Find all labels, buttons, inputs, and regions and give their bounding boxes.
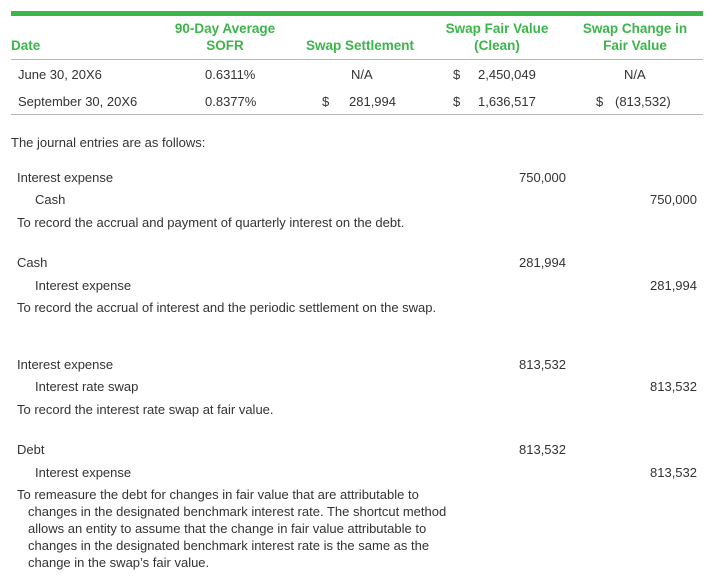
- credit-amount: 750,000: [650, 192, 697, 207]
- cell-settlement: N/A: [351, 67, 373, 82]
- cell-sofr: 0.6311%: [205, 67, 256, 82]
- cell-fair-value: 2,450,049: [478, 67, 536, 82]
- cell-settlement: 281,994: [349, 94, 396, 109]
- header-change-line2: Fair Value: [603, 38, 667, 53]
- cell-fair-value: 1,636,517: [478, 94, 536, 109]
- cell-change-dollar: $: [596, 94, 604, 109]
- intro-text: The journal entries are as follows:: [11, 135, 206, 150]
- debit-amount: 813,532: [519, 442, 566, 457]
- entry-description: To record the accrual of interest and th…: [17, 300, 437, 315]
- debit-account: Cash: [17, 255, 48, 270]
- debit-account: Interest expense: [17, 170, 114, 185]
- debit-account: Debt: [17, 442, 45, 457]
- cell-change: (813,532): [615, 94, 671, 109]
- credit-account: Interest expense: [35, 278, 132, 293]
- cell-settlement-dollar: $: [322, 94, 330, 109]
- credit-account: Interest expense: [35, 465, 132, 480]
- header-fair-value-line2: (Clean): [474, 38, 520, 53]
- cell-sofr: 0.8377%: [205, 94, 257, 109]
- credit-account: Interest rate swap: [35, 379, 139, 394]
- debit-account: Interest expense: [17, 357, 114, 372]
- cell-change: N/A: [624, 67, 646, 82]
- cell-fair-value-dollar: $: [453, 67, 461, 82]
- debit-amount: 750,000: [519, 170, 566, 185]
- header-date: Date: [11, 38, 41, 53]
- header-sofr: 90-Day Average SOFR: [160, 20, 290, 54]
- header-settlement: Swap Settlement: [305, 38, 415, 53]
- debit-amount: 813,532: [519, 357, 566, 372]
- header-change-line1: Swap Change in: [582, 21, 688, 36]
- header-fair-value: Swap Fair Value (Clean): [432, 20, 562, 54]
- entry-description: To remeasure the debt for changes in fai…: [17, 487, 447, 570]
- header-sofr-line1: 90-Day Average: [174, 21, 276, 36]
- header-sofr-line2: SOFR: [206, 38, 244, 53]
- credit-amount: 813,532: [650, 379, 697, 394]
- table-bottom-rule: [11, 114, 703, 115]
- credit-amount: 281,994: [650, 278, 697, 293]
- header-rule: [11, 59, 703, 60]
- entry-description: To record the accrual and payment of qua…: [17, 215, 405, 230]
- credit-account: Cash: [35, 192, 66, 207]
- cell-fair-value-dollar: $: [453, 94, 461, 109]
- table-top-rule: [11, 11, 703, 16]
- entry-description: To record the interest rate swap at fair…: [17, 402, 274, 417]
- cell-date: June 30, 20X6: [18, 67, 102, 82]
- header-change: Swap Change in Fair Value: [570, 20, 700, 54]
- credit-amount: 813,532: [650, 465, 697, 480]
- header-fair-value-line1: Swap Fair Value: [445, 21, 549, 36]
- debit-amount: 281,994: [519, 255, 566, 270]
- cell-date: September 30, 20X6: [18, 94, 138, 109]
